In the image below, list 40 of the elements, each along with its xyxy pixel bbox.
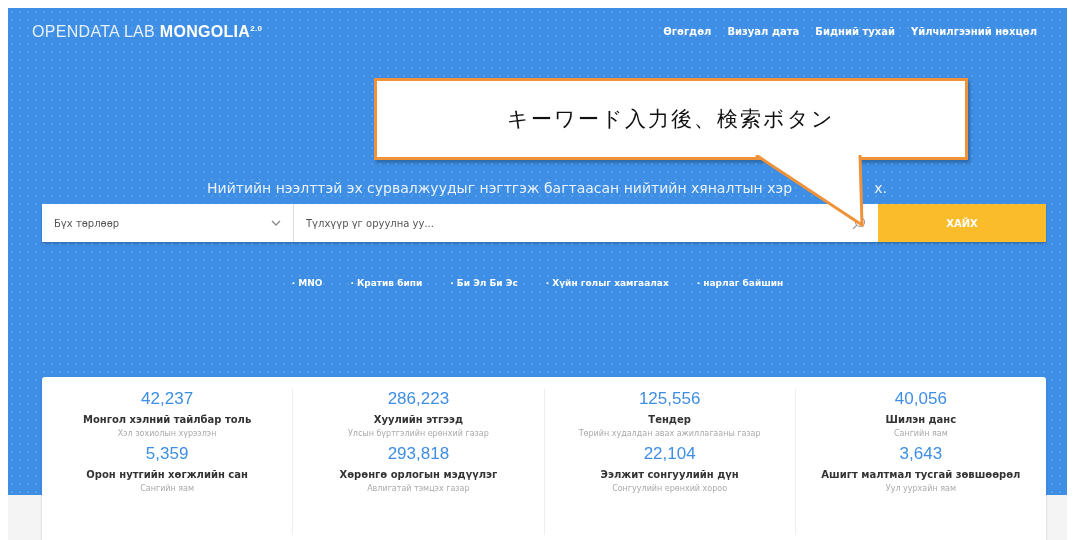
stat-number: 125,556 xyxy=(638,389,701,409)
stat-number: 286,223 xyxy=(387,389,450,409)
stat-title[interactable]: Ашигт малтмал тусгай зөвшөөрөл xyxy=(821,469,1021,480)
tag-link[interactable]: · Би Эл Би Эс xyxy=(450,278,518,288)
stat-source: Хэл зохиолын хүрээлэн xyxy=(117,429,217,438)
stat-source: Сонгуулийн ерөнхий хороо xyxy=(612,484,728,493)
stat-title[interactable]: Тендер xyxy=(648,414,691,425)
stat-source: Авлигатай тэмцэх газар xyxy=(367,484,470,493)
nav-link[interactable]: Өгөгдөл xyxy=(663,25,712,37)
stat-title[interactable]: Хөрөнгө орлогын мэдүүлэг xyxy=(339,469,498,480)
tag-link[interactable]: · нарлаг байшин xyxy=(696,278,784,288)
stat-source: Уул уурхайн яам xyxy=(885,484,956,493)
category-dropdown[interactable]: Бүх төрлөөр xyxy=(42,204,294,242)
tag-link[interactable]: · Хүйн голыг хамгаалах xyxy=(545,278,669,288)
nav-link[interactable]: Визуал дата xyxy=(727,25,800,37)
chevron-down-icon xyxy=(271,220,281,226)
search-button[interactable]: ХАЙХ xyxy=(878,204,1046,242)
stat-source: Төрийн худалдан авах ажиллагааны газар xyxy=(578,429,761,438)
stat-title[interactable]: Хуулийн этгээд xyxy=(373,414,464,425)
tagline-text: Нийтийн нээлттэй эх сурвалжуудыг нэгтгэж багтаасан нийтийн хяналтын хэр xyxy=(207,180,793,198)
stat-number: 3,643 xyxy=(899,444,943,464)
tag-link[interactable]: · MNO xyxy=(291,278,323,288)
nav-link[interactable]: Үйлчилгээний нөхцөл xyxy=(910,25,1037,37)
stat-title[interactable]: Шилэн данс xyxy=(885,414,957,425)
stat-number: 22,104 xyxy=(643,444,696,464)
stat-number: 293,818 xyxy=(387,444,450,464)
site-logo[interactable]: OPENDATA LAB MONGOLIA$^{2.0}$ xyxy=(32,21,263,41)
stat-title[interactable]: Ээлжит сонгуулийн дүн xyxy=(600,469,739,480)
tagline-text: х. xyxy=(874,180,887,198)
stat-title[interactable]: Монгол хэлний тайлбар толь xyxy=(82,414,252,425)
stat-source: Улсын бүртгэлийн ерөнхий газар xyxy=(347,429,489,438)
callout-text: キーワード入力後、検索ボタン xyxy=(507,106,835,133)
stat-source: Сангийн яам xyxy=(140,484,195,493)
stat-source: Сангийн яам xyxy=(893,429,948,438)
tag-link[interactable]: · Кратив бипи xyxy=(350,278,423,288)
nav-link[interactable]: Бидний тухай xyxy=(815,25,895,37)
stat-number: 42,237 xyxy=(141,389,194,409)
stat-number: 5,359 xyxy=(145,444,189,464)
stat-title[interactable]: Орон нутгийн хөгжлийн сан xyxy=(86,469,248,480)
stat-number: 40,056 xyxy=(894,389,947,409)
